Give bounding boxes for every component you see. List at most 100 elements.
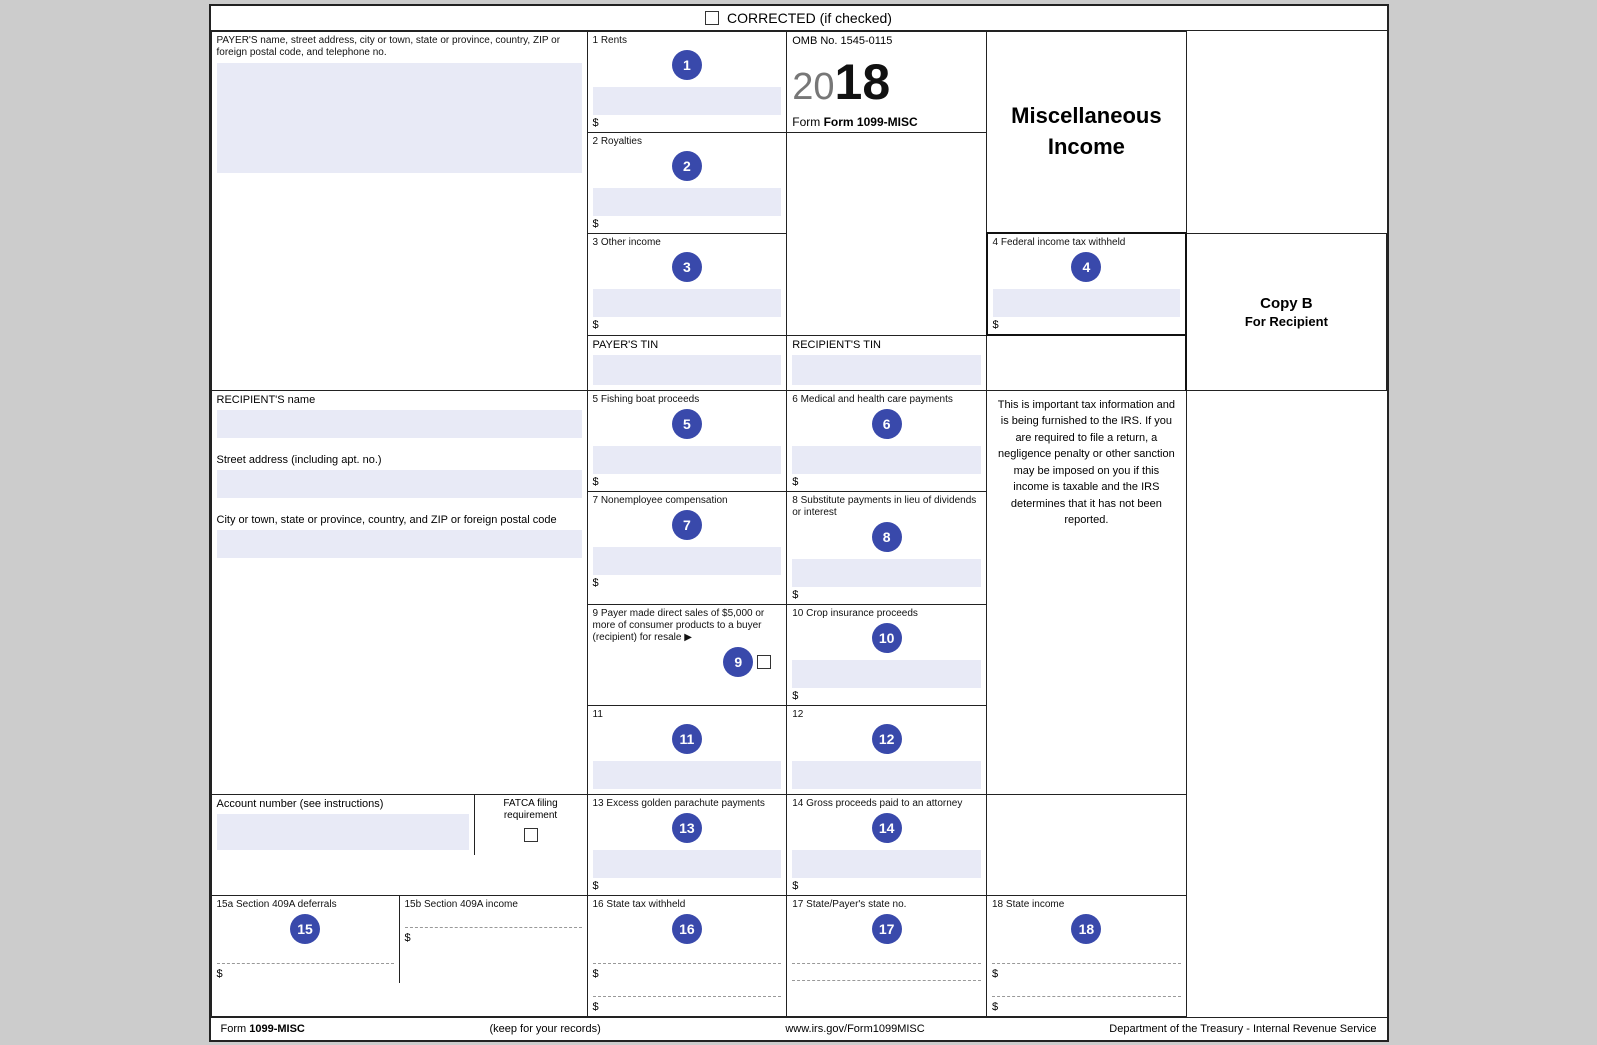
box7-input[interactable] bbox=[593, 547, 782, 575]
box8-input[interactable] bbox=[792, 559, 981, 587]
footer-center-left: (keep for your records) bbox=[489, 1023, 600, 1035]
dollar16b: $ bbox=[593, 1001, 782, 1013]
recipient-tin-input[interactable] bbox=[792, 355, 981, 385]
badge-10: 10 bbox=[872, 623, 902, 653]
box2-input[interactable] bbox=[593, 188, 782, 216]
fatca-checkbox[interactable] bbox=[524, 828, 538, 842]
info-text-cell: This is important tax information and is… bbox=[987, 390, 1187, 794]
dollar13: $ bbox=[593, 880, 782, 892]
box8-label: 8 Substitute payments in lieu of dividen… bbox=[792, 495, 981, 519]
dollar1: $ bbox=[593, 117, 782, 129]
dollar18a: $ bbox=[992, 968, 1181, 980]
badge11-wrap: 11 bbox=[593, 721, 782, 757]
box11-cell: 11 11 bbox=[587, 705, 787, 794]
badge-13: 13 bbox=[672, 813, 702, 843]
badge8-wrap: 8 bbox=[792, 519, 981, 555]
badge10-wrap: 10 bbox=[792, 620, 981, 656]
dollar6: $ bbox=[792, 476, 981, 488]
recipient-tin-label: RECIPIENT'S TIN bbox=[792, 339, 981, 351]
box16-label: 16 State tax withheld bbox=[593, 899, 782, 911]
form-container: CORRECTED (if checked) PAYER'S name, str… bbox=[209, 4, 1389, 1042]
badge-12: 12 bbox=[872, 724, 902, 754]
box11-input[interactable] bbox=[593, 761, 782, 789]
badge-6: 6 bbox=[872, 409, 902, 439]
box14-label: 14 Gross proceeds paid to an attorney bbox=[792, 798, 981, 810]
box5-label: 5 Fishing boat proceeds bbox=[593, 394, 782, 406]
box5-input[interactable] bbox=[593, 446, 782, 474]
box15-combined: 15a Section 409A deferrals 15 $ 15b Sect… bbox=[211, 895, 587, 1016]
box12-label: 12 bbox=[792, 709, 981, 721]
badge2-wrap: 2 bbox=[593, 148, 782, 184]
box17-cell: 17 State/Payer's state no. 17 bbox=[787, 895, 987, 1016]
dollar7: $ bbox=[593, 577, 782, 589]
street-address-input[interactable] bbox=[217, 470, 582, 498]
dashed16b bbox=[593, 996, 782, 997]
box2-cell: 2 Royalties 2 $ bbox=[587, 132, 787, 233]
dashed15a bbox=[217, 963, 394, 964]
payer-tin-input[interactable] bbox=[593, 355, 782, 385]
dollar14: $ bbox=[792, 880, 981, 892]
box3-label: 3 Other income bbox=[593, 237, 782, 249]
box15b-label: 15b Section 409A income bbox=[405, 899, 582, 911]
city-state-input[interactable] bbox=[217, 530, 582, 558]
box7-cell: 7 Nonemployee compensation 7 $ bbox=[587, 491, 787, 604]
payer-input[interactable] bbox=[217, 63, 582, 173]
city-state-label: City or town, state or province, country… bbox=[217, 514, 582, 526]
box10-input[interactable] bbox=[792, 660, 981, 688]
form-table: PAYER'S name, street address, city or to… bbox=[211, 31, 1387, 1017]
tin-spacer bbox=[987, 335, 1187, 390]
box1-label: 1 Rents bbox=[593, 35, 782, 47]
dashed15b bbox=[405, 927, 582, 928]
box15a-label: 15a Section 409A deferrals bbox=[217, 899, 394, 911]
form-title: MiscellaneousIncome bbox=[992, 101, 1181, 163]
for-recipient-label: For Recipient bbox=[1192, 314, 1380, 329]
box4-input[interactable] bbox=[993, 289, 1181, 317]
fatca-cell: FATCA filing requirement bbox=[474, 795, 587, 855]
footer-url: www.irs.gov/Form1099MISC bbox=[785, 1023, 924, 1035]
account-fatca-cell: Account number (see instructions) FATCA … bbox=[211, 794, 587, 895]
badge-3: 3 bbox=[672, 252, 702, 282]
row-10: 15a Section 409A deferrals 15 $ 15b Sect… bbox=[211, 895, 1386, 1016]
box5-cell: 5 Fishing boat proceeds 5 $ bbox=[587, 390, 787, 491]
year-suffix: 18 bbox=[835, 54, 891, 110]
badge-5: 5 bbox=[672, 409, 702, 439]
badge16-wrap: 16 bbox=[593, 911, 782, 947]
box1-input[interactable] bbox=[593, 87, 782, 115]
dollar5: $ bbox=[593, 476, 782, 488]
footer-right: Department of the Treasury - Internal Re… bbox=[1109, 1023, 1376, 1035]
badge13-wrap: 13 bbox=[593, 810, 782, 846]
box12-input[interactable] bbox=[792, 761, 981, 789]
box14-cell: 14 Gross proceeds paid to an attorney 14… bbox=[787, 794, 987, 895]
payer-tin-label: PAYER'S TIN bbox=[593, 339, 782, 351]
box4-cell: 4 Federal income tax withheld 4 $ bbox=[987, 233, 1187, 335]
row-9: Account number (see instructions) FATCA … bbox=[211, 794, 1386, 895]
dollar3: $ bbox=[593, 319, 782, 331]
badge7-wrap: 7 bbox=[593, 507, 782, 543]
box11-label: 11 bbox=[593, 709, 782, 721]
box9-checkbox[interactable] bbox=[757, 655, 771, 669]
payer-tin-cell: PAYER'S TIN bbox=[588, 336, 787, 390]
form-number-label: Form Form 1099-MISC bbox=[792, 115, 981, 129]
badge-1: 1 bbox=[672, 50, 702, 80]
dashed17a bbox=[792, 963, 981, 964]
account-number-input[interactable] bbox=[217, 814, 469, 850]
box6-input[interactable] bbox=[792, 446, 981, 474]
badge14-wrap: 14 bbox=[792, 810, 981, 846]
box14-input[interactable] bbox=[792, 850, 981, 878]
footer-form-number: 1099-MISC bbox=[249, 1023, 305, 1035]
box13-input[interactable] bbox=[593, 850, 782, 878]
corrected-checkbox[interactable] bbox=[705, 11, 719, 25]
recipient-name-label: RECIPIENT'S name bbox=[217, 394, 582, 406]
badge15-wrap: 15 bbox=[217, 911, 394, 947]
recipient-tin-cell: RECIPIENT'S TIN bbox=[787, 336, 986, 390]
box6-label: 6 Medical and health care payments bbox=[792, 394, 981, 406]
box3-input[interactable] bbox=[593, 289, 782, 317]
recipient-name-input[interactable] bbox=[217, 410, 582, 438]
dollar8: $ bbox=[792, 589, 981, 601]
dollar18b: $ bbox=[992, 1001, 1181, 1013]
box3-cell: 3 Other income 3 $ bbox=[587, 233, 787, 335]
row-5: RECIPIENT'S name Street address (includi… bbox=[211, 390, 1386, 491]
copy-b-label: Copy B bbox=[1192, 295, 1380, 312]
footer-left: Form 1099-MISC bbox=[221, 1023, 305, 1035]
omb-cell: OMB No. 1545-0115 2018 Form Form 1099-MI… bbox=[787, 31, 987, 132]
